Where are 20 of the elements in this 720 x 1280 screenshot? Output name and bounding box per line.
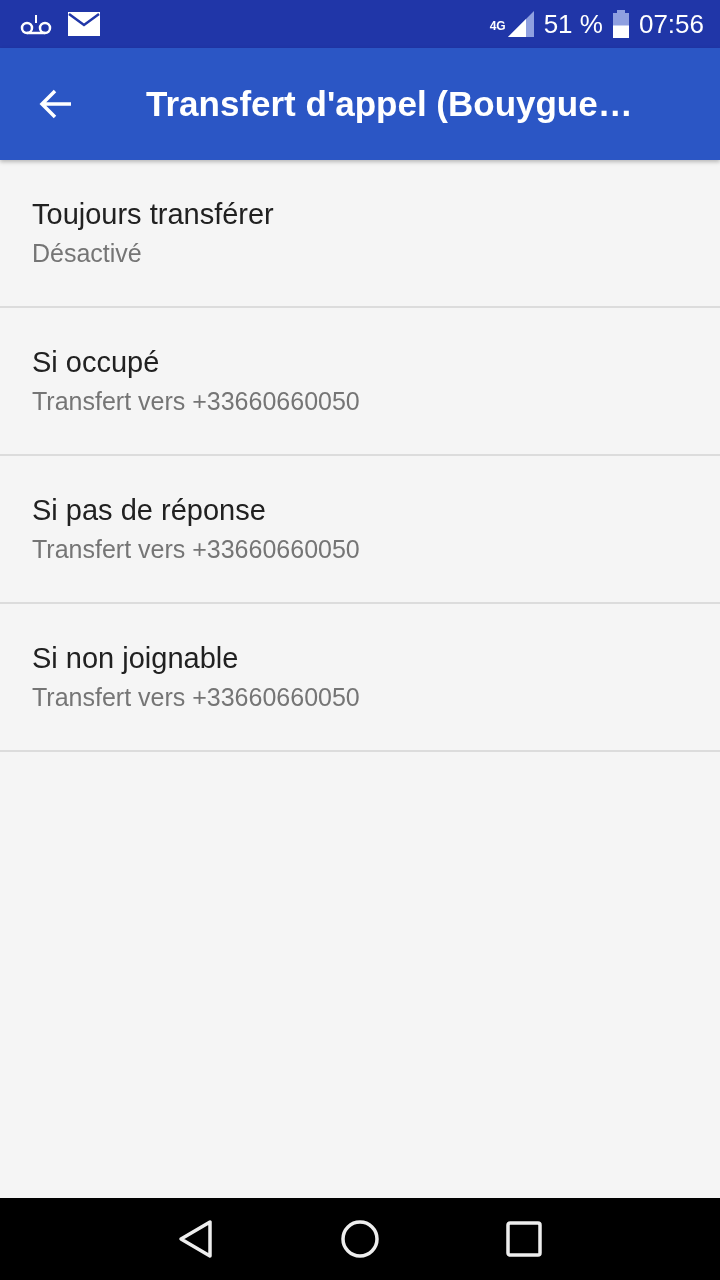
- setting-title: Si occupé: [32, 346, 161, 379]
- setting-item[interactable]: Si occupé Transfert vers +33660660050: [0, 308, 720, 456]
- voicemail-icon: [20, 13, 52, 35]
- setting-summary: Désactivé: [32, 239, 143, 268]
- window-title: Transfert d'appel (Bouygue…: [146, 84, 633, 124]
- battery-percentage: 51 %: [543, 8, 603, 40]
- mail-icon: [68, 12, 100, 36]
- setting-item[interactable]: Si non joignable Transfert vers +33660660050: [0, 604, 720, 752]
- setting-title: Toujours transférer: [32, 198, 275, 231]
- clock: 07:56: [638, 8, 704, 40]
- setting-title: Si non joignable: [32, 642, 240, 675]
- setting-item[interactable]: Toujours transférer Désactivé: [0, 160, 720, 308]
- signal-icon: [507, 11, 534, 37]
- setting-summary: Transfert vers +33660660050: [32, 683, 361, 712]
- home-button[interactable]: [338, 1217, 382, 1261]
- network-type: 4G: [489, 18, 506, 33]
- setting-summary: Transfert vers +33660660050: [32, 387, 361, 416]
- setting-item[interactable]: Si pas de réponse Transfert vers +33660660050: [0, 456, 720, 604]
- setting-title: Si pas de réponse: [32, 494, 267, 527]
- setting-summary: Transfert vers +33660660050: [32, 535, 361, 564]
